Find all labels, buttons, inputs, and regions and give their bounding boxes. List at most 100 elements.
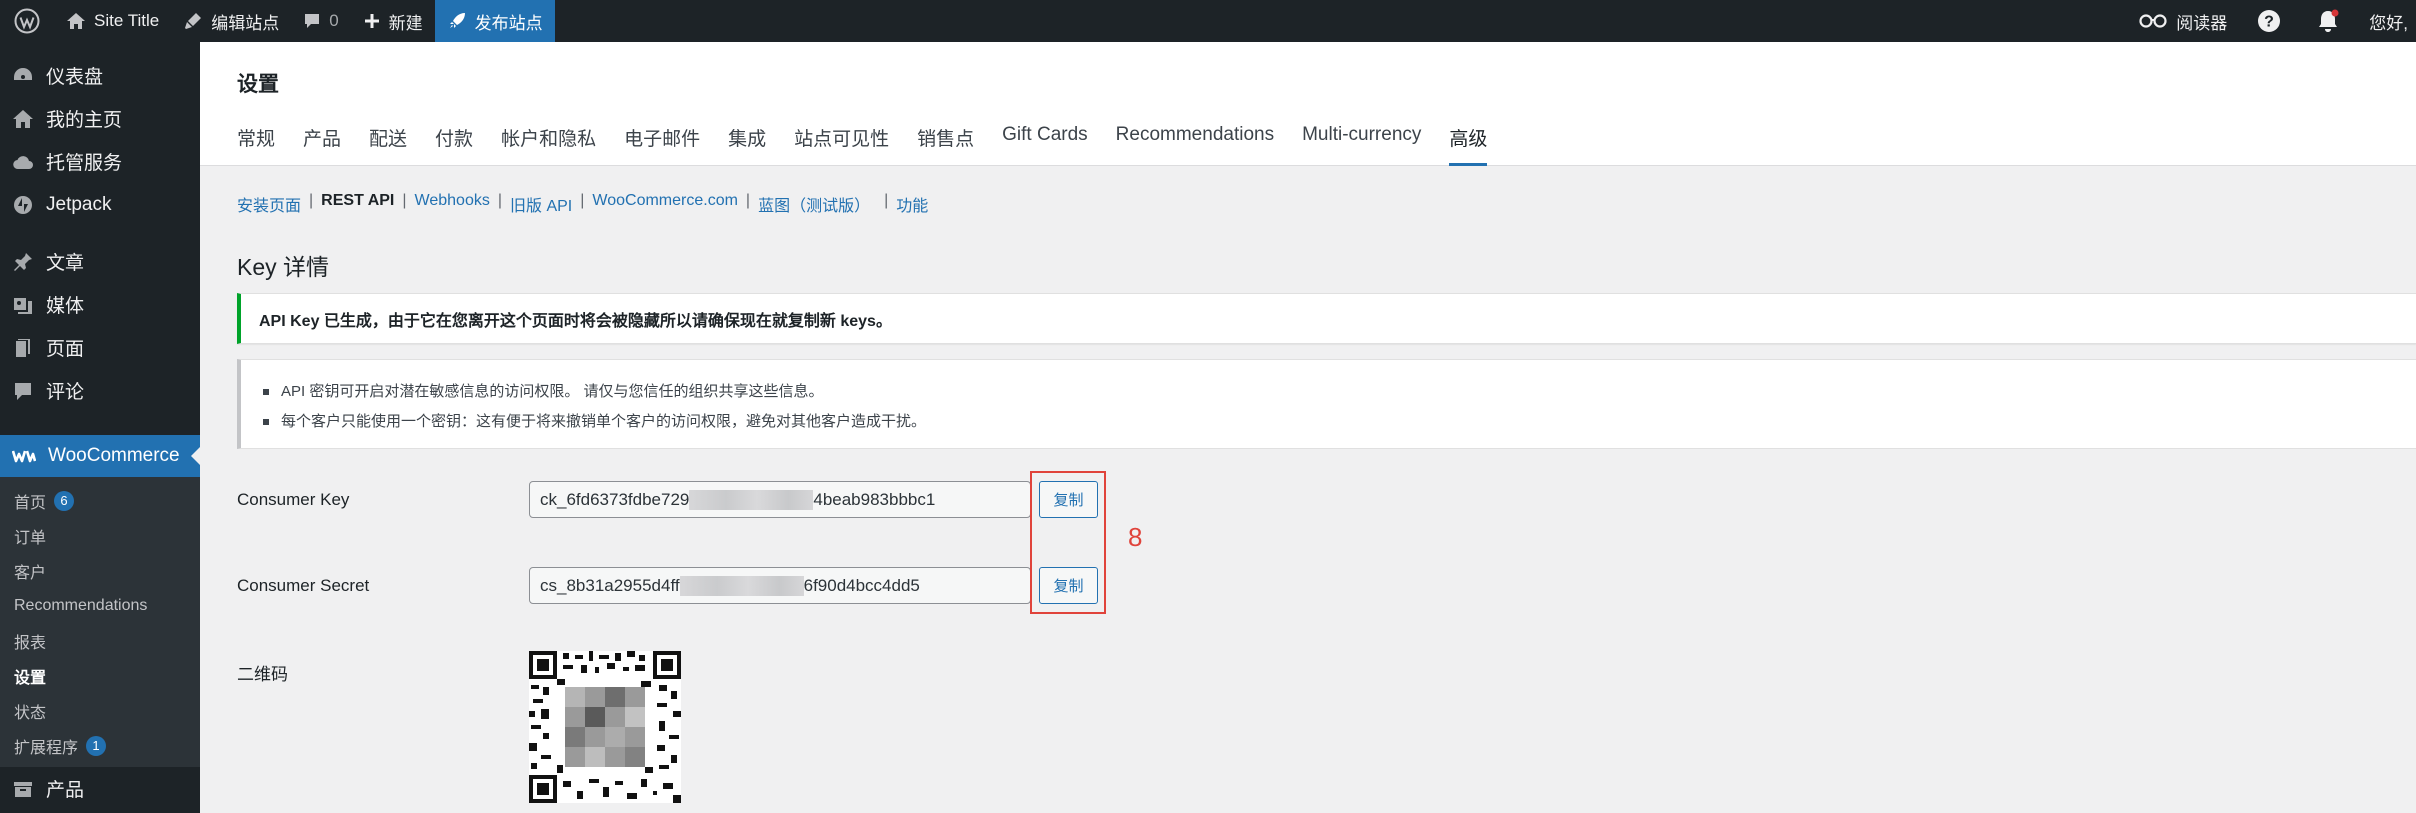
tab-multi-currency[interactable]: Multi-currency xyxy=(1302,122,1435,166)
menu-products[interactable]: 产品 xyxy=(0,767,200,810)
plus-icon xyxy=(364,14,379,28)
menu-media[interactable]: 媒体 xyxy=(0,283,200,326)
subnav-woocommerce-com[interactable]: WooCommerce.com xyxy=(592,192,738,216)
menu-posts[interactable]: 文章 xyxy=(0,240,200,283)
menu-jetpack[interactable]: Jetpack xyxy=(0,183,200,226)
success-notice: API Key 已生成，由于它在您离开这个页面时将会被隐藏所以请确保现在就复制新… xyxy=(237,293,2416,344)
tab-products[interactable]: 产品 xyxy=(303,122,355,166)
menu-label: 文章 xyxy=(46,253,85,274)
redacted-block xyxy=(679,575,804,596)
menu-hosting[interactable]: 托管服务 xyxy=(0,140,200,183)
cloud-icon xyxy=(13,155,34,169)
menu-label: 页面 xyxy=(46,339,85,360)
new-content-button[interactable]: 新建 xyxy=(351,0,435,42)
tab-payments[interactable]: 付款 xyxy=(435,122,487,166)
settings-content: 安装页面 | REST API | Webhooks | 旧版 API | WooCom… xyxy=(237,166,2416,449)
submenu-status[interactable]: 状态 xyxy=(0,693,200,728)
menu-label: WooCommerce xyxy=(48,445,180,466)
tab-site-visibility[interactable]: 站点可见性 xyxy=(794,122,903,166)
submenu-reports[interactable]: 报表 xyxy=(0,623,200,658)
menu-comments[interactable]: 评论 xyxy=(0,369,200,412)
svg-text:?: ? xyxy=(2264,14,2274,31)
home-icon xyxy=(67,13,85,29)
comments-button[interactable]: 0 xyxy=(291,0,350,42)
consumer-secret-row: Consumer Secret cs_8b31a2955d4ff 6f90d4bc… xyxy=(237,567,1098,604)
account-button[interactable]: 您好, xyxy=(2357,0,2416,42)
count-badge: 6 xyxy=(54,490,75,511)
greeting-label: 您好, xyxy=(2369,13,2408,33)
woocommerce-submenu: 首页 6 订单 客户 Recommendations 报表 设置 状态 扩展程序 1 xyxy=(0,477,200,767)
menu-pages[interactable]: 页面 xyxy=(0,326,200,369)
consumer-secret-start: cs_8b31a2955d4ff xyxy=(540,575,680,595)
menu-dashboard[interactable]: 仪表盘 xyxy=(0,54,200,97)
help-button[interactable]: ? xyxy=(2239,0,2299,42)
consumer-secret-end: 6f90d4bcc4dd5 xyxy=(803,575,920,595)
key-details-title: Key 详情 xyxy=(237,254,330,280)
settings-tabs: 常规 产品 配送 付款 帐户和隐私 电子邮件 集成 站点可见性 销售点 Gift… xyxy=(237,122,1515,166)
subnav-webhooks[interactable]: Webhooks xyxy=(415,192,490,216)
reader-label: 阅读器 xyxy=(2176,13,2228,33)
submenu-recommendations[interactable]: Recommendations xyxy=(0,588,200,623)
tab-recommendations[interactable]: Recommendations xyxy=(1116,122,1288,166)
main-content: 设置 常规 产品 配送 付款 帐户和隐私 电子邮件 集成 站点可见性 销售点 G… xyxy=(200,42,2416,813)
tab-general[interactable]: 常规 xyxy=(237,122,289,166)
info-notice: API 密钥可开启对潜在敏感信息的访问权限。 请仅与您信任的组织共享这些信息。 … xyxy=(237,359,2416,449)
home-icon xyxy=(13,109,33,128)
submenu-customers[interactable]: 客户 xyxy=(0,553,200,588)
comment-icon xyxy=(305,14,320,28)
menu-label: 仪表盘 xyxy=(46,67,104,88)
submenu-extensions[interactable]: 扩展程序 1 xyxy=(0,728,200,763)
tab-advanced[interactable]: 高级 xyxy=(1449,122,1501,166)
menu-label: 媒体 xyxy=(46,296,85,317)
submenu-orders[interactable]: 订单 xyxy=(0,518,200,553)
consumer-key-start: ck_6fd6373fdbe729 xyxy=(540,489,690,509)
submenu-label: 扩展程序 xyxy=(14,739,79,757)
media-icon xyxy=(14,297,32,314)
redacted-block xyxy=(689,489,814,510)
annotation-highlight-box xyxy=(1030,471,1106,614)
annotation-number: 8 xyxy=(1128,522,1143,552)
consumer-key-field[interactable]: ck_6fd6373fdbe729 4beab983bbbc1 xyxy=(529,481,1031,518)
submenu-label: Recommendations xyxy=(14,596,148,614)
submenu-settings[interactable]: 设置 xyxy=(0,658,200,693)
subnav-rest-api[interactable]: REST API xyxy=(321,192,394,216)
subnav-blueprint[interactable]: 蓝图（测试版） xyxy=(758,192,870,216)
submenu-home[interactable]: 首页 6 xyxy=(0,483,200,518)
notifications-button[interactable] xyxy=(2299,0,2357,42)
site-title: Site Title xyxy=(94,11,160,30)
consumer-secret-field[interactable]: cs_8b31a2955d4ff 6f90d4bcc4dd5 xyxy=(529,567,1031,604)
tab-accounts-privacy[interactable]: 帐户和隐私 xyxy=(501,122,610,166)
menu-label: 评论 xyxy=(46,382,85,403)
menu-label: 产品 xyxy=(46,780,85,801)
info-item: 每个客户只能使用一个密钥：这有便于将来撤销单个客户的访问权限，避免对其他客户造成… xyxy=(263,407,2416,437)
menu-woocommerce[interactable]: WooCommerce xyxy=(0,435,200,477)
submenu-label: 报表 xyxy=(14,634,47,652)
tab-integration[interactable]: 集成 xyxy=(728,122,780,166)
submenu-label: 状态 xyxy=(14,704,47,722)
tab-gift-cards[interactable]: Gift Cards xyxy=(1002,122,1102,166)
consumer-key-label: Consumer Key xyxy=(237,489,350,509)
page-title: 设置 xyxy=(237,73,279,96)
subnav-page-setup[interactable]: 安装页面 xyxy=(237,192,301,216)
dashboard-icon xyxy=(14,67,32,80)
reader-button[interactable]: 阅读器 xyxy=(2126,0,2239,42)
tab-shipping[interactable]: 配送 xyxy=(369,122,421,166)
subnav-legacy-api[interactable]: 旧版 API xyxy=(510,192,572,216)
site-title-button[interactable]: Site Title xyxy=(54,0,171,42)
count-badge: 1 xyxy=(86,735,107,756)
admin-bar: Site Title 编辑站点 0 新建 发布站点 阅读器 ? 您好, xyxy=(0,0,2416,42)
archive-icon xyxy=(14,781,32,797)
menu-my-home[interactable]: 我的主页 xyxy=(0,97,200,140)
wordpress-logo-button[interactable] xyxy=(0,0,54,42)
edit-site-button[interactable]: 编辑站点 xyxy=(171,0,291,42)
jetpack-icon xyxy=(14,195,32,214)
tab-emails[interactable]: 电子邮件 xyxy=(624,122,714,166)
comment-icon xyxy=(15,382,31,400)
rocket-icon xyxy=(449,13,465,28)
subnav-features[interactable]: 功能 xyxy=(896,192,928,216)
publish-site-button[interactable]: 发布站点 xyxy=(434,0,555,42)
menu-label: 托管服务 xyxy=(46,153,123,174)
edit-site-label: 编辑站点 xyxy=(211,13,280,33)
woocommerce-icon xyxy=(12,450,36,463)
tab-point-of-sale[interactable]: 销售点 xyxy=(917,122,988,166)
